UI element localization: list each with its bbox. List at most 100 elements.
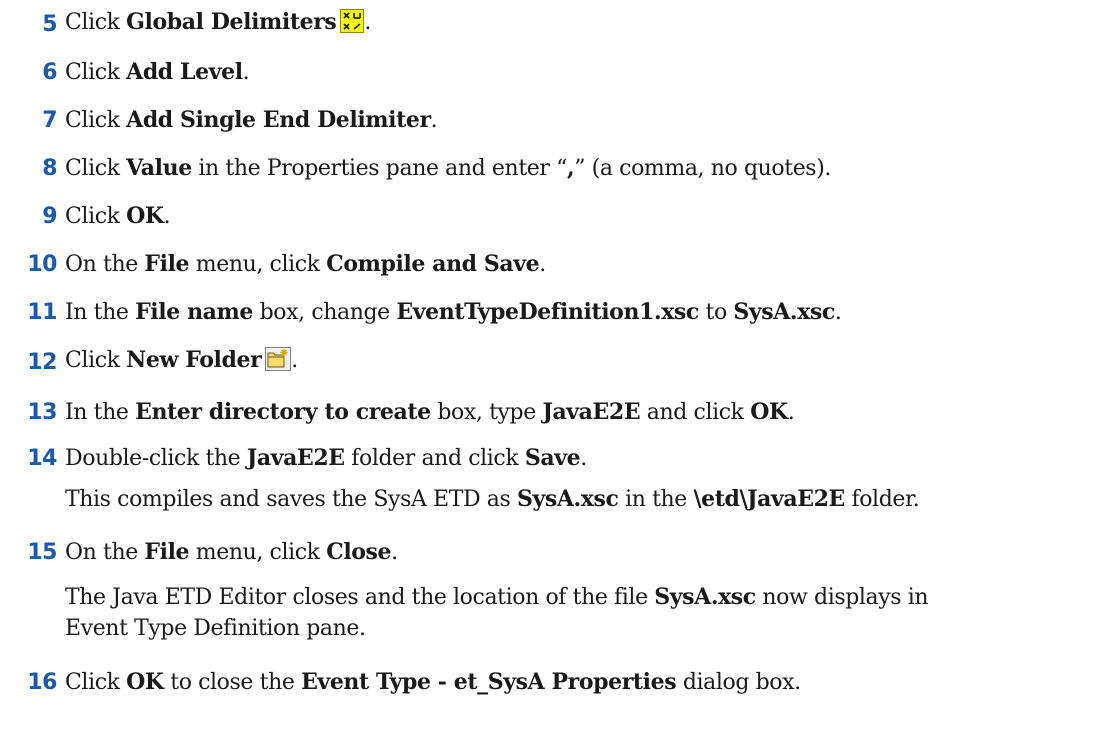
step-number: 16 [27,669,57,695]
ui-term-sysa-xsc: SysA.xsc [517,486,619,512]
note-text-run: now displays in [755,585,929,610]
step-number: 6 [42,59,57,85]
step: 5 Click Global Delimiters. [0,6,371,42]
note-text-run: Event Type Definition pane. [65,616,366,641]
ui-term-filename-old: EventTypeDefinition1.xsc [396,299,699,325]
ui-term-file: File [144,539,190,565]
step-text-run: . [430,108,438,133]
step-text-run: to close the [163,670,302,695]
note-line: Event Type Definition pane. [65,613,928,644]
step-text-run: In the [65,300,136,325]
step: 8 Click Value in the Properties pane and… [0,150,831,186]
step-text: Click OK. [65,203,171,229]
ui-term-file: File [144,251,190,277]
step-text: Click Add Single End Delimiter. [65,107,438,133]
note-line: The Java ETD Editor closes and the locat… [65,582,929,613]
step-text-run: . [787,400,795,425]
step: 6 Click Add Level. [0,54,249,90]
step-number: 14 [27,445,57,471]
step-text-run: ” (a comma, no quotes). [574,156,831,181]
step-text: Click New Folder. [65,347,298,377]
ui-term-close: Close [326,539,392,565]
step-text-run: . [391,540,398,565]
note-text-run: in the [618,487,694,512]
step-text: Double-click the JavaE2E folder and clic… [65,445,587,471]
step-text: On the File menu, click Compile and Save… [65,251,546,277]
step-text-run: . [364,10,371,35]
step-text-run: . [580,446,587,471]
step-text-run: Click [65,204,127,229]
step-text-run: . [539,252,546,277]
step-text-run: menu, click [189,252,327,277]
ui-term-enter-directory: Enter directory to create [135,399,431,425]
step-text-run: . [242,60,250,85]
step-text-run: Click [65,670,127,695]
ui-term-file-name: File name [135,299,253,325]
step: 12 Click New Folder. [0,344,298,380]
step-text-run: On the [65,540,145,565]
step-text-run: Click [65,156,127,181]
step-text-run: . [291,348,298,373]
step-text-run: Click [65,60,127,85]
step-text-run: dialog box. [676,670,801,695]
ui-term-javae2e: JavaE2E [542,399,641,425]
new-folder-icon [265,347,292,377]
step-text-run: menu, click [189,540,327,565]
step-text-run: . [163,204,171,229]
step-text-run: and click [640,400,751,425]
step: 16 Click OK to close the Event Type - et… [0,664,801,700]
step-text-run: Click [65,348,127,373]
step-text-run: folder and click [344,446,525,471]
step-number: 12 [27,349,57,375]
step-text-run: box, type [430,400,543,425]
step-number: 9 [42,203,57,229]
ui-term-dialog-name: Event Type - et_SysA Properties [301,669,677,695]
step: 10 On the File menu, click Compile and S… [0,246,546,282]
ui-term-add-level: Add Level [126,59,243,85]
step-text: Click Add Level. [65,59,250,85]
step-text-run: to [698,300,734,325]
ui-term-folder-path: \etd\JavaE2E [693,486,846,512]
note-text-run: This compiles and saves the SysA ETD as [65,487,518,512]
ui-term-save: Save [524,445,581,471]
ui-term-ok: OK [126,669,164,695]
step-text: Click Value in the Properties pane and e… [65,155,831,181]
ui-term-javae2e: JavaE2E [246,445,345,471]
step-number: 11 [27,299,57,325]
step-text-run: Double-click the [65,446,247,471]
step-text: Click OK to close the Event Type - et_Sy… [65,669,801,695]
step-text-run: On the [65,252,145,277]
ui-term-filename-new: SysA.xsc [733,299,835,325]
step-number: 7 [42,107,57,133]
step-number: 5 [42,11,57,37]
step-text: In the File name box, change EventTypeDe… [65,299,842,325]
note-text-run: The Java ETD Editor closes and the locat… [65,585,655,610]
step: 13 In the Enter directory to create box,… [0,394,794,430]
step-number: 8 [42,155,57,181]
step: 11 In the File name box, change EventTyp… [0,294,841,330]
step-number: 15 [27,539,57,565]
step-number: 10 [27,251,57,277]
step-number: 13 [27,399,57,425]
ui-term-add-single-end-delimiter: Add Single End Delimiter [126,107,431,133]
ui-term-ok: OK [750,399,788,425]
step-text: On the File menu, click Close. [65,539,398,565]
step-text-run: box, change [253,300,397,325]
step-text: Click Global Delimiters. [65,9,371,39]
step-note: The Java ETD Editor closes and the locat… [65,582,929,644]
ui-term-compile-and-save: Compile and Save [326,251,540,277]
step: 9 Click OK. [0,198,170,234]
ui-term-value: Value [126,155,192,181]
step-note: This compiles and saves the SysA ETD as … [65,484,920,515]
step: 7 Click Add Single End Delimiter. [0,102,437,138]
global-delimiters-icon [340,9,365,39]
ui-term-sysa-xsc: SysA.xsc [654,584,756,610]
step-text-run: Click [65,10,127,35]
step-text-run: In the [65,400,136,425]
ui-term-ok: OK [126,203,164,229]
step: 14 Double-click the JavaE2E folder and c… [0,440,587,476]
step-text-run: . [834,300,842,325]
step: 15 On the File menu, click Close. [0,534,398,570]
step-text-run: in the Properties pane and enter “ [191,156,567,181]
note-text-run: folder. [844,487,920,512]
